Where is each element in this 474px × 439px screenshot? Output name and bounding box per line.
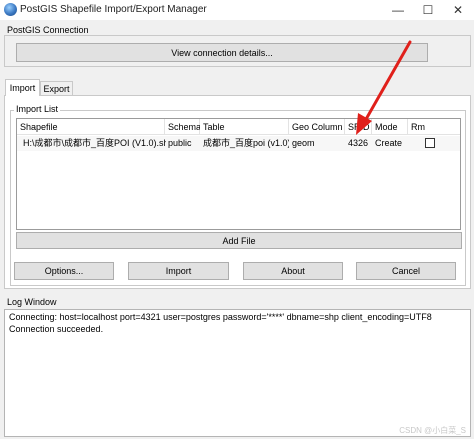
arrow-shaft — [363, 40, 412, 123]
arrow-head — [356, 113, 372, 135]
tab-import[interactable]: Import — [5, 79, 40, 96]
annotation-arrow — [356, 40, 412, 135]
watermark-text: CSDN @小白菜_S — [399, 426, 466, 435]
